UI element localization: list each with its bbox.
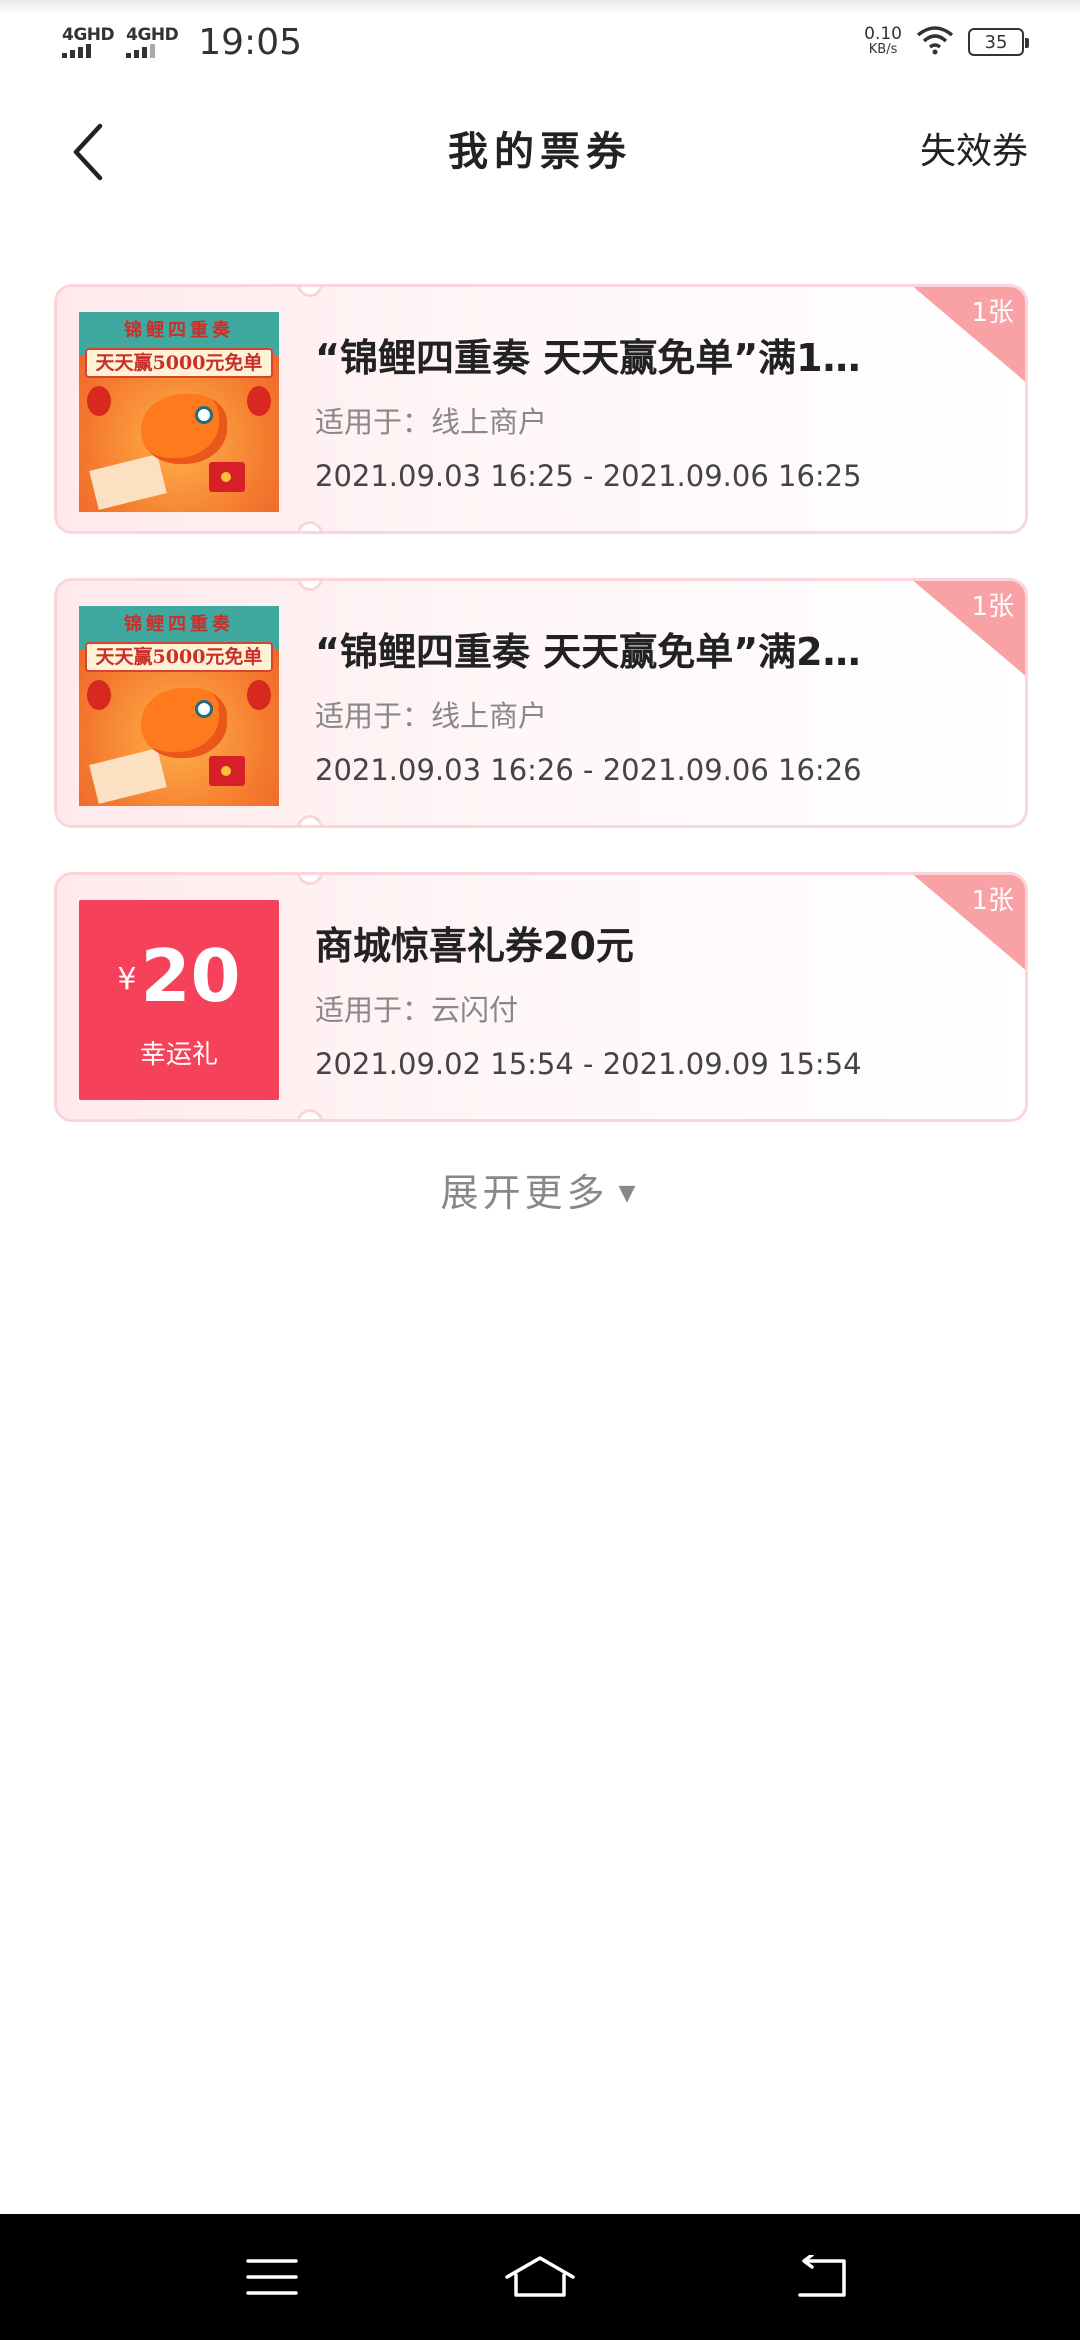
lantern-icon xyxy=(247,680,271,710)
coupon-title: 商城惊喜礼券20元 xyxy=(315,924,634,968)
coupon-card[interactable]: 锦鲤四重奏 天天赢5000元免单 “锦鲤四重奏 天天赢免单”满2… 适用于：线上… xyxy=(54,578,1028,828)
home-icon xyxy=(505,2256,575,2297)
header: 我的票券 失效券 xyxy=(0,100,1080,204)
coupon-scope: 适用于：云闪付 xyxy=(315,993,519,1027)
coupon-thumbnail: 锦鲤四重奏 天天赢5000元免单 xyxy=(79,312,279,512)
network-speed-value: 0.10 xyxy=(864,24,902,44)
koi-fish-icon xyxy=(141,394,227,464)
sim2-signal-icon: 4GHD xyxy=(126,25,179,58)
battery-icon: 35 xyxy=(968,28,1029,56)
thumbnail-headline: 锦鲤四重奏 xyxy=(124,320,234,341)
coupon-title: “锦鲤四重奏 天天赢免单”满1… xyxy=(315,336,861,380)
menu-button[interactable] xyxy=(232,2242,312,2312)
amount-value: 20 xyxy=(140,934,241,1018)
ticket-notch xyxy=(297,521,323,531)
coupon-validity: 2021.09.03 16:26 - 2021.09.06 16:26 xyxy=(315,753,862,787)
koi-fish-icon xyxy=(141,688,227,758)
coupon-thumbnail: ¥20 幸运礼 xyxy=(79,900,279,1100)
home-button[interactable] xyxy=(500,2242,580,2312)
return-button[interactable] xyxy=(782,2242,862,2312)
ticket-notch xyxy=(297,581,323,591)
sim2-label: 4GHD xyxy=(126,25,179,45)
wifi-icon xyxy=(916,25,954,59)
ticket-notch xyxy=(297,287,323,297)
currency-symbol: ¥ xyxy=(117,962,137,997)
sim1-label: 4GHD xyxy=(62,25,115,45)
coupon-scope: 适用于：线上商户 xyxy=(315,699,548,733)
system-navigation-bar xyxy=(0,2214,1080,2340)
coupon-validity: 2021.09.03 16:25 - 2021.09.06 16:25 xyxy=(315,459,862,493)
coupon-card[interactable]: 锦鲤四重奏 天天赢5000元免单 “锦鲤四重奏 天天赢免单”满1… 适用于：线上… xyxy=(54,284,1028,534)
network-speed-unit: KB/s xyxy=(868,42,898,57)
ticket-notch xyxy=(297,875,323,885)
expand-more-label: 展开更多 xyxy=(440,1171,609,1215)
count-badge-label: 1张 xyxy=(971,592,1014,622)
lantern-icon xyxy=(87,680,111,710)
coupon-title: “锦鲤四重奏 天天赢免单”满2… xyxy=(315,630,861,674)
thumbnail-headline: 锦鲤四重奏 xyxy=(124,614,234,635)
battery-level: 35 xyxy=(984,31,1008,53)
network-speed: 0.10 KB/s xyxy=(864,24,902,58)
triangle-down-icon: ▼ xyxy=(618,1181,640,1206)
menu-icon xyxy=(246,2259,298,2295)
count-badge-label: 1张 xyxy=(971,298,1014,328)
clock: 19:05 xyxy=(198,21,302,63)
lantern-icon xyxy=(87,386,111,416)
status-right: 0.10 KB/s 35 xyxy=(864,24,1029,59)
status-left: 4GHD 4GHD 19:05 xyxy=(62,22,302,63)
coupon-thumbnail: 锦鲤四重奏 天天赢5000元免单 xyxy=(79,606,279,806)
coupon-card[interactable]: ¥20 幸运礼 商城惊喜礼券20元 适用于：云闪付 2021.09.02 15:… xyxy=(54,872,1028,1122)
screen: 4GHD 4GHD 19:05 0.10 KB/s 35 我的票券 失效券 锦鲤… xyxy=(0,0,1080,2340)
return-icon xyxy=(798,2255,846,2297)
red-envelope-icon xyxy=(209,462,245,492)
thumbnail-subline: 天天赢5000元免单 xyxy=(85,642,273,672)
coupon-validity: 2021.09.02 15:54 - 2021.09.09 15:54 xyxy=(315,1047,862,1081)
coupon-list: 锦鲤四重奏 天天赢5000元免单 “锦鲤四重奏 天天赢免单”满1… 适用于：线上… xyxy=(54,284,1028,1166)
page-title: 我的票券 xyxy=(448,129,632,175)
ticket-notch xyxy=(297,1109,323,1119)
coupon-type-label: 幸运礼 xyxy=(139,1040,218,1070)
ticket-notch xyxy=(297,815,323,825)
coupon-scope: 适用于：线上商户 xyxy=(315,405,548,439)
lantern-icon xyxy=(247,386,271,416)
thumbnail-subline: 天天赢5000元免单 xyxy=(85,348,273,378)
sim1-signal-icon: 4GHD xyxy=(62,25,115,58)
coupon-amount: ¥20 xyxy=(79,934,279,1018)
expand-more-button[interactable]: 展开更多 ▼ xyxy=(0,1162,1080,1217)
expired-coupons-link[interactable]: 失效券 xyxy=(920,100,1028,204)
status-bar: 4GHD 4GHD 19:05 0.10 KB/s 35 xyxy=(0,0,1080,84)
count-badge-label: 1张 xyxy=(971,886,1014,916)
red-envelope-icon xyxy=(209,756,245,786)
